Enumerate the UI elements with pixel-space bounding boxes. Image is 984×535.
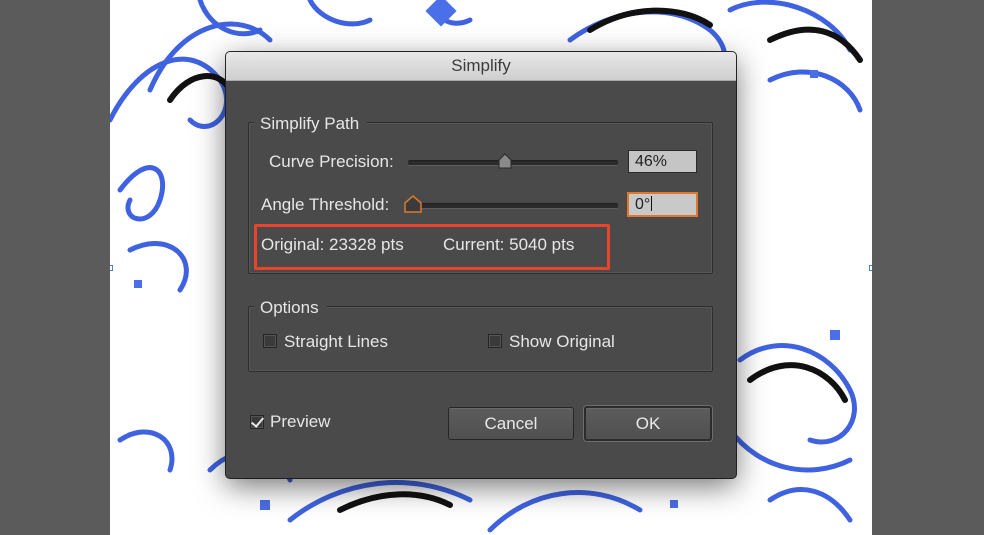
cancel-button[interactable]: Cancel bbox=[448, 407, 574, 440]
preview-label[interactable]: Preview bbox=[270, 412, 330, 432]
ok-button[interactable]: OK bbox=[584, 406, 712, 441]
current-points: Current: 5040 pts bbox=[443, 235, 575, 254]
original-points: Original: 23328 pts bbox=[261, 235, 404, 254]
angle-threshold-field[interactable]: 0° bbox=[628, 193, 697, 216]
dialog-title: Simplify bbox=[226, 52, 736, 81]
curve-precision-thumb[interactable] bbox=[498, 153, 512, 169]
angle-threshold-value: 0° bbox=[635, 196, 651, 213]
curve-precision-label: Curve Precision: bbox=[269, 152, 394, 171]
selection-handle-right[interactable] bbox=[869, 265, 872, 271]
curve-precision-field[interactable]: 46% bbox=[628, 150, 697, 173]
options-legend: Options bbox=[254, 298, 326, 318]
show-original-label[interactable]: Show Original bbox=[509, 332, 615, 352]
simplify-path-legend: Simplify Path bbox=[254, 114, 367, 134]
straight-lines-label[interactable]: Straight Lines bbox=[284, 332, 388, 352]
angle-threshold-label: Angle Threshold: bbox=[261, 195, 390, 214]
text-caret bbox=[651, 196, 653, 211]
straight-lines-checkbox[interactable] bbox=[263, 334, 277, 348]
angle-threshold-slider[interactable] bbox=[408, 203, 618, 209]
show-original-checkbox[interactable] bbox=[488, 334, 502, 348]
simplify-dialog: Simplify Simplify Path Curve Precision: … bbox=[226, 52, 736, 478]
preview-checkbox[interactable] bbox=[250, 415, 264, 429]
angle-threshold-thumb[interactable] bbox=[404, 195, 422, 213]
curve-precision-slider[interactable] bbox=[408, 160, 618, 166]
selection-handle-left[interactable] bbox=[110, 265, 113, 271]
